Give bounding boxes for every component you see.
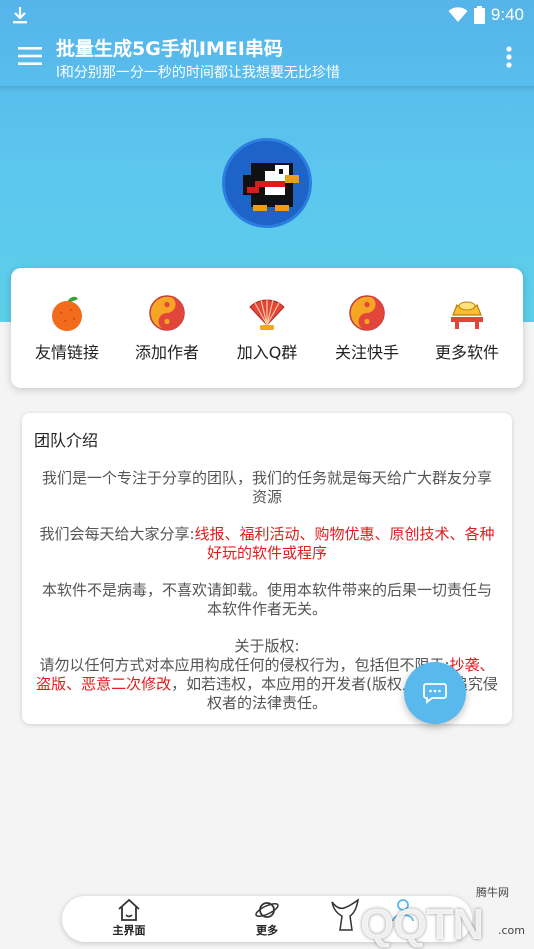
quick-links-card: 友情链接 添加作者 加入Q群 关注快手 更多软件 xyxy=(11,268,523,388)
status-bar: 9:40 xyxy=(0,0,534,30)
planet-icon xyxy=(255,902,279,918)
clock: 9:40 xyxy=(490,5,524,24)
intro-p2-prefix: 我们会每天给大家分享: xyxy=(39,525,195,543)
wifi-icon xyxy=(448,7,468,22)
intro-paragraph-3: 本软件不是病毒，不喜欢请卸载。使用本软件带来的后果一切责任与本软件作者无关。 xyxy=(41,581,492,618)
intro-p2-highlight: 线报、福利活动、购物优惠、原创技术、各种好玩的软件或程序 xyxy=(194,525,495,562)
penguin-avatar-icon xyxy=(225,141,309,225)
app-bar-shadow xyxy=(0,86,534,92)
yin-yang-icon xyxy=(149,295,185,331)
tangerine-icon xyxy=(52,296,82,331)
avatar[interactable] xyxy=(222,138,312,228)
quick-link-join-qq-group[interactable]: 加入Q群 xyxy=(219,293,315,363)
app-subtitle-marquee: l和分别那一分一秒的时间都让我想要无比珍惜 xyxy=(56,65,340,81)
nav-label: 更多 xyxy=(256,924,278,937)
copyright-title: 关于版权: xyxy=(234,637,300,655)
intro-paragraph-1: 我们是一个专注于分享的团队，我们的任务就是每天给广大群友分享资源 xyxy=(41,469,492,506)
copyright-prefix: 请勿以任何方式对本应用构成任何的侵权行为，包括但不限于: xyxy=(39,656,450,674)
quick-link-label: 加入Q群 xyxy=(236,343,298,362)
nav-item-home[interactable]: 主界面 xyxy=(94,898,164,938)
quick-link-label: 友情链接 xyxy=(34,343,99,362)
quick-link-more-software[interactable]: 更多软件 xyxy=(419,293,515,363)
quick-link-friend-links[interactable]: 友情链接 xyxy=(19,293,115,363)
watermark-logo: QQTN 腾牛网 .com xyxy=(328,880,528,949)
quick-link-add-author[interactable]: 添加作者 xyxy=(119,293,215,363)
intro-paragraph-2: 我们会每天给大家分享:线报、福利活动、购物优惠、原创技术、各种好玩的软件或程序 xyxy=(36,525,498,563)
quick-link-follow-kuaishou[interactable]: 关注快手 xyxy=(319,293,415,363)
battery-icon xyxy=(473,6,485,24)
download-icon xyxy=(13,7,27,24)
nav-label: 主界面 xyxy=(112,924,146,937)
folding-fan-icon xyxy=(249,299,285,330)
menu-icon[interactable] xyxy=(18,46,42,66)
quick-link-label: 添加作者 xyxy=(134,343,199,362)
yin-yang-icon xyxy=(349,295,385,331)
more-vert-icon[interactable] xyxy=(506,46,512,68)
app-title: 批量生成5G手机IMEI串码 xyxy=(56,38,283,60)
team-intro-heading: 团队介绍 xyxy=(34,431,99,450)
watermark-suffix: .com xyxy=(498,924,525,937)
nav-item-more[interactable]: 更多 xyxy=(232,898,302,938)
chat-bubble-icon xyxy=(423,683,447,704)
quick-link-label: 更多软件 xyxy=(434,343,499,362)
gold-ingot-icon xyxy=(451,301,483,329)
quick-link-label: 关注快手 xyxy=(334,343,399,362)
watermark-site-name: 腾牛网 xyxy=(476,886,509,899)
app-bar: 批量生成5G手机IMEI串码 l和分别那一分一秒的时间都让我想要无比珍惜 xyxy=(0,30,534,86)
watermark-text: QQTN xyxy=(360,900,484,949)
home-icon xyxy=(118,898,140,921)
ox-logo-icon xyxy=(331,898,360,931)
chat-fab-button[interactable] xyxy=(404,662,466,724)
